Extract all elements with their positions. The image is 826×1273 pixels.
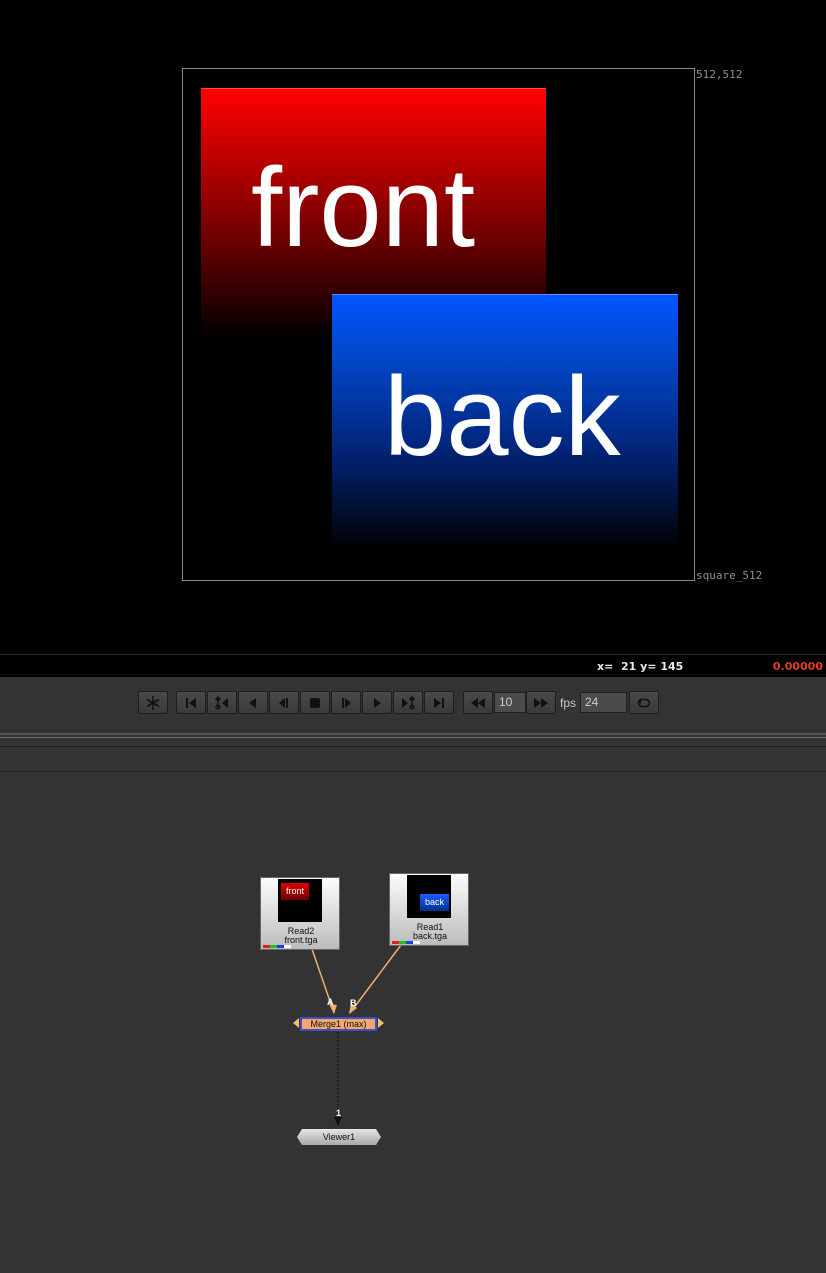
first-frame-icon [186,697,196,708]
freeze-icon [146,695,160,710]
skip-forward-button[interactable] [526,691,556,714]
skip-back-icon [471,697,485,708]
last-frame-button[interactable] [424,691,454,714]
loop-icon [637,697,651,707]
read1-file: back.tga [412,931,448,941]
pipe-read1-to-merge [349,944,402,1014]
node-graph[interactable]: front Read2 front.tga back Read1 back.tg… [0,773,826,1273]
skip-back-button[interactable] [463,691,493,714]
read1-channels [392,941,420,944]
read1-node[interactable]: back Read1 back.tga [389,873,469,946]
merge-input-b-label: B [350,998,357,1008]
read1-thumbnail-text: back [420,894,449,911]
merge-left-arrow-icon [293,1018,299,1028]
timeline-track [0,733,826,735]
next-keyframe-icon [402,695,415,710]
stop-button[interactable] [300,691,330,714]
timeline-divider [0,737,826,738]
first-frame-button[interactable] [176,691,206,714]
timeline-divider [0,771,826,772]
merge-input-a-label: A [327,997,334,1007]
merge-right-arrow-icon [378,1018,384,1028]
merge1-name: Merge1 (max) [310,1019,367,1029]
viewer-info-bar: x= 21 y= 145 0.00000 [0,654,826,677]
read2-node[interactable]: front Read2 front.tga [260,877,340,950]
step-forward-icon [342,697,351,708]
read2-thumbnail-text: front [281,883,309,900]
viewer1-name: Viewer1 [322,1132,356,1142]
read2-channels [263,945,291,948]
fps-field[interactable]: 24 [580,692,627,713]
pixel-value: 0.00000 [772,660,823,673]
step-back-button[interactable] [269,691,299,714]
format-frame [182,68,695,581]
freeze-button[interactable] [138,691,168,714]
format-name-label: square_512 [696,569,763,582]
viewer-input-label: 1 [336,1108,342,1118]
play-backward-button[interactable] [238,691,268,714]
frame-increment-field[interactable]: 10 [494,692,526,713]
viewer1-node[interactable]: Viewer1 [297,1129,381,1145]
stop-icon [310,697,320,708]
loop-mode-button[interactable] [629,691,659,714]
pixel-coordinates: x= 21 y= 145 [597,660,684,673]
playback-controls: 10 fps 24 [0,677,826,733]
last-frame-icon [434,697,444,708]
timeline-divider [0,746,826,747]
read2-file: front.tga [284,935,318,945]
previous-keyframe-icon [215,695,228,710]
read1-thumbnail: back [407,875,451,918]
play-forward-icon [374,697,381,708]
timeline-strip[interactable] [0,733,826,773]
previous-keyframe-button[interactable] [207,691,237,714]
read2-thumbnail: front [278,879,322,922]
node-connections [311,944,402,1126]
viewer-panel[interactable]: front back 512,512 square_512 [0,0,826,654]
skip-forward-icon [534,697,548,708]
play-backward-icon [249,697,256,708]
merge1-node[interactable]: Merge1 (max) [300,1017,377,1031]
step-back-icon [279,697,288,708]
step-forward-button[interactable] [331,691,361,714]
fps-label: fps [560,696,577,710]
format-size-label: 512,512 [696,68,743,81]
play-forward-button[interactable] [362,691,392,714]
next-keyframe-button[interactable] [393,691,423,714]
